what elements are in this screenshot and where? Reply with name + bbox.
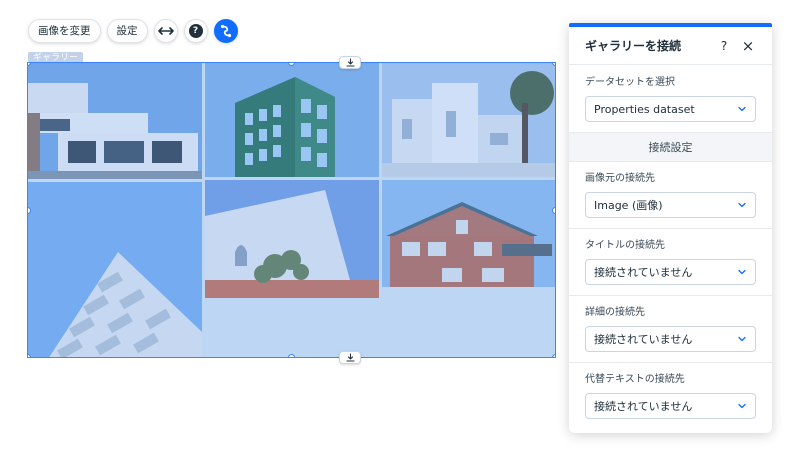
settings-button[interactable]: 設定 (106, 19, 148, 43)
description-connection-label: 詳細の接続先 (585, 307, 645, 318)
image-source-label: 画像元の接続先 (585, 173, 655, 184)
gallery-image-white-cubes[interactable] (382, 63, 555, 177)
top-stretch-handle[interactable] (339, 56, 361, 69)
stretch-icon (157, 27, 174, 35)
help-icon: ? (188, 24, 203, 38)
bottom-stretch-handle[interactable] (339, 351, 361, 364)
chevron-down-icon (738, 336, 746, 342)
alt-text-connection-section: 代替テキストの接続先 接続されていません (569, 363, 772, 419)
download-icon (345, 58, 355, 67)
connect-gallery-panel: ギャラリーを接続 ? × データセットを選択 Properties datase… (569, 23, 772, 433)
alt-text-connection-select[interactable]: 接続されていません (585, 393, 756, 419)
title-connection-section: タイトルの接続先 接続されていません (569, 229, 772, 296)
image-source-select[interactable]: Image (画像) (585, 192, 756, 218)
help-button[interactable]: ? (183, 19, 208, 43)
download-icon (345, 353, 355, 362)
dataset-select-value: Properties dataset (594, 102, 695, 116)
gallery-image-wall-plant[interactable] (205, 180, 379, 298)
connection-settings-header: 接続設定 (569, 133, 772, 162)
dataset-section: データセットを選択 Properties dataset (569, 65, 772, 133)
connect-data-icon (220, 24, 231, 38)
resize-handle-right[interactable] (552, 207, 555, 214)
gallery-image-modern-house[interactable] (28, 63, 202, 179)
chevron-down-icon (738, 403, 746, 409)
panel-header: ギャラリーを接続 ? × (569, 27, 772, 65)
description-connection-value: 接続されていません (594, 333, 693, 346)
help-icon[interactable]: ? (716, 38, 732, 54)
dataset-select[interactable]: Properties dataset (585, 96, 756, 122)
description-connection-select[interactable]: 接続されていません (585, 326, 756, 352)
title-connection-value: 接続されていません (594, 266, 693, 279)
chevron-down-icon (738, 269, 746, 275)
image-source-section: 画像元の接続先 Image (画像) (569, 162, 772, 229)
alt-text-connection-label: 代替テキストの接続先 (585, 374, 685, 385)
resize-handle-bottom-left[interactable] (28, 354, 31, 357)
description-connection-section: 詳細の接続先 接続されていません (569, 296, 772, 363)
chevron-down-icon (738, 106, 746, 112)
panel-title: ギャラリーを接続 (585, 39, 682, 53)
alt-text-connection-value: 接続されていません (594, 400, 693, 413)
connect-data-button[interactable] (213, 19, 238, 43)
change-image-button[interactable]: 画像を変更 (28, 19, 101, 43)
resize-handle-bottom[interactable] (288, 354, 295, 357)
title-connection-label: タイトルの接続先 (585, 240, 665, 251)
stretch-button[interactable] (153, 19, 178, 43)
gallery-image-green-tower[interactable] (205, 63, 379, 177)
image-source-value: Image (画像) (594, 199, 663, 212)
element-toolbar: 画像を変更 設定 ? (28, 18, 238, 44)
chevron-down-icon (738, 202, 746, 208)
dataset-label: データセットを選択 (585, 77, 675, 88)
resize-handle-top-right[interactable] (552, 63, 555, 66)
gallery-image-balcony-tower[interactable] (28, 182, 202, 357)
gallery-image-red-house[interactable] (382, 180, 555, 287)
close-icon[interactable]: × (740, 38, 756, 54)
title-connection-select[interactable]: 接続されていません (585, 259, 756, 285)
pro-gallery[interactable] (27, 62, 556, 358)
resize-handle-bottom-right[interactable] (552, 354, 555, 357)
